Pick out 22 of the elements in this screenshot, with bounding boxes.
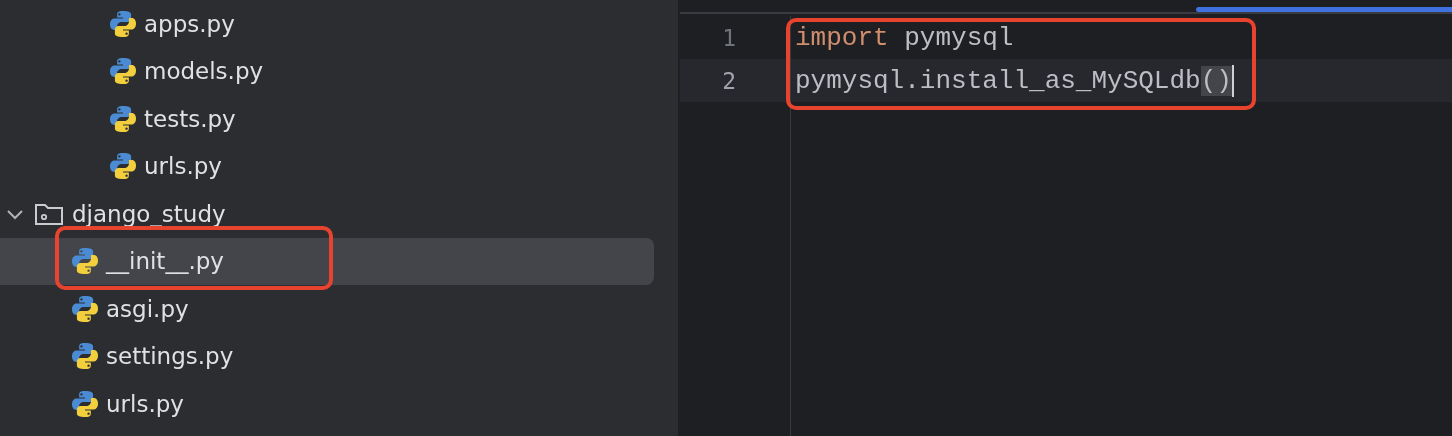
text-cursor [1231,64,1234,97]
python-file-icon [72,248,98,275]
python-file-icon [110,10,136,37]
tree-item[interactable]: urls.py [0,142,654,190]
python-file-icon [110,58,136,85]
python-file-icon [110,105,136,132]
tree-item[interactable]: asgi.py [0,285,654,333]
python-file-icon [110,153,136,180]
tree-item[interactable]: settings.py [0,332,654,380]
tree-item[interactable]: tests.py [0,95,654,143]
python-file-icon [72,295,98,322]
tree-item[interactable]: django_study [0,190,654,238]
tree-item[interactable]: __init__.py [0,237,654,285]
line-number: 2 [722,67,736,94]
line-number: 1 [722,24,736,51]
tree-item[interactable]: apps.py [0,0,654,48]
tree-item[interactable]: models.py [0,47,654,95]
code-line: import pymysql [795,22,1014,53]
tree-item[interactable]: urls.py [0,380,654,428]
code-line: pymysql.install_as_MySQLdb() [795,65,1232,96]
python-file-icon [72,343,98,370]
python-file-icon [72,390,98,417]
